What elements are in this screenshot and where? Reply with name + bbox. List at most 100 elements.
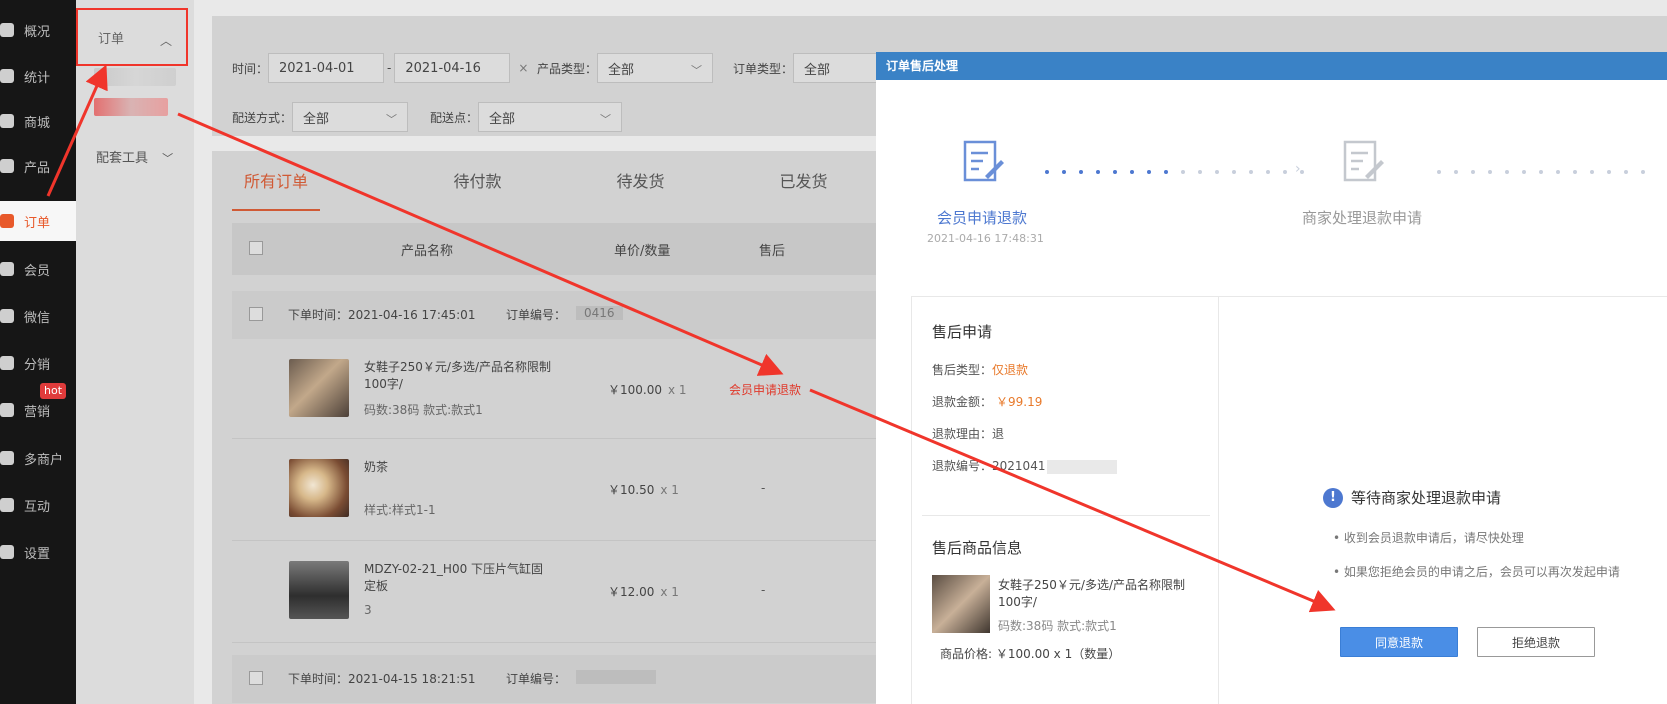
nav-item-products[interactable]: 产品: [0, 146, 76, 186]
crown-icon: [0, 262, 14, 276]
info-icon: !: [1323, 487, 1343, 508]
product-type-value: 全部: [608, 62, 635, 78]
product-type-label: 产品类型：: [537, 61, 598, 76]
product-thumbnail: [289, 561, 349, 619]
point-select[interactable]: 全部 ﹀: [478, 102, 623, 132]
nav-item-overview[interactable]: 概况: [0, 10, 76, 50]
nav-label: 分销: [24, 357, 51, 373]
clear-date-icon[interactable]: ×: [518, 61, 528, 75]
product-attr: 样式:样式1-1: [364, 503, 436, 517]
main-nav: 概况 统计 商城 产品 订单 会员 微信 分销 营销 hot 多商户 互动 设置: [0, 0, 76, 704]
nav-item-merchants[interactable]: 多商户: [0, 438, 76, 478]
tab-all-orders[interactable]: 所有订单: [232, 159, 320, 211]
goods-title: 售后商品信息: [932, 539, 1023, 557]
nav-item-stats[interactable]: 统计: [0, 56, 76, 96]
nav-item-interact[interactable]: 互动: [0, 485, 76, 525]
chevron-down-icon: ﹀: [600, 113, 612, 126]
product-name[interactable]: 女鞋子250￥元/多选/产品名称限制100字/: [364, 359, 554, 393]
grid-icon: [0, 159, 14, 173]
refund-no-value: 2021041: [992, 459, 1046, 473]
after-sale-status-link[interactable]: 会员申请退款: [729, 381, 801, 398]
nav-item-wechat[interactable]: 微信: [0, 296, 76, 336]
order-no-value: 0416: [576, 306, 623, 320]
point-label: 配送点：: [430, 110, 479, 125]
product-thumbnail: [289, 359, 349, 417]
product-qty: x 1: [660, 483, 679, 497]
nav-label: 营销: [24, 404, 51, 420]
blurred-menu-item[interactable]: [94, 68, 176, 86]
step2-label: 商家处理退款申请: [1302, 209, 1423, 227]
blurred-menu-item-active[interactable]: [94, 98, 168, 116]
type-row: 售后类型：仅退款: [932, 361, 1028, 378]
amount-label: 退款金额：: [932, 395, 993, 409]
order-type-label: 订单类型：: [733, 61, 794, 76]
delivery-value: 全部: [303, 111, 330, 127]
sub-menu: 订单 ︿ 配套工具 ﹀: [76, 0, 194, 704]
order-checkbox[interactable]: [249, 307, 263, 321]
tab-pending-shipment[interactable]: 待发货: [559, 159, 722, 211]
agree-refund-button[interactable]: 同意退款: [1340, 627, 1458, 657]
product-price: ￥10.50: [608, 483, 655, 497]
submenu-tool-label: 配套工具: [96, 151, 149, 166]
goods-price: 商品价格: ￥100.00 x 1（数量）: [940, 647, 1121, 661]
goods-thumbnail: [932, 575, 990, 633]
nav-label: 统计: [24, 70, 51, 86]
nav-item-orders[interactable]: 订单: [0, 201, 76, 241]
submenu-orders-toggle[interactable]: 订单 ︿: [76, 8, 188, 66]
date-from-value: 2021-04-01: [279, 60, 355, 76]
after-sale-info-card: 售后申请 售后类型：仅退款 退款金额： ￥99.19 退款理由：退 退款编号：20…: [911, 296, 1219, 704]
tab-shipped[interactable]: 已发货: [722, 159, 885, 211]
product-qty: x 1: [660, 585, 679, 599]
date-to-input[interactable]: 2021-04-16: [394, 53, 511, 83]
date-separator: -: [387, 61, 392, 75]
time-label: 时间：: [232, 61, 269, 76]
submenu-tools[interactable]: 配套工具 ﹀: [96, 147, 173, 166]
chevron-down-icon: ﹀: [386, 113, 398, 126]
gear-icon: [0, 545, 14, 559]
nav-label: 设置: [24, 546, 51, 562]
tab-pending-payment[interactable]: 待付款: [396, 159, 559, 211]
delivery-label: 配送方式：: [232, 110, 293, 125]
step-progress-dots: [1437, 170, 1658, 174]
product-thumbnail: [289, 459, 349, 517]
nav-item-settings[interactable]: 设置: [0, 532, 76, 572]
mail-icon: [0, 114, 14, 128]
document-edit-icon: [1343, 140, 1384, 182]
chart-icon: [0, 69, 14, 83]
nav-label: 商城: [24, 115, 51, 131]
hot-badge: hot: [40, 383, 67, 399]
tip-2: • 如果您拒绝会员的申请之后，会员可以再次发起申请: [1333, 565, 1620, 579]
type-label: 售后类型：: [932, 363, 993, 377]
date-from-input[interactable]: 2021-04-01: [268, 53, 385, 83]
document-edit-icon: [963, 140, 1004, 182]
col-after-sale: 售后: [759, 244, 786, 259]
product-name[interactable]: 奶茶: [364, 459, 554, 476]
nav-item-distribution[interactable]: 分销: [0, 343, 76, 383]
chevron-down-icon: ﹀: [691, 64, 703, 77]
store-icon: [0, 451, 14, 465]
nav-item-mall[interactable]: 商城: [0, 101, 76, 141]
amount-row: 退款金额： ￥99.19: [932, 393, 1042, 410]
order-checkbox[interactable]: [249, 671, 263, 685]
step1-time: 2021-04-16 17:48:31: [927, 232, 1044, 245]
product-type-select[interactable]: 全部 ﹀: [597, 53, 714, 83]
order-no-blurred: [576, 670, 656, 684]
delivery-select[interactable]: 全部 ﹀: [292, 102, 409, 132]
flag-icon: [0, 403, 14, 417]
chevron-down-icon: ﹀: [162, 152, 174, 165]
step-progress-dots: [1045, 170, 1317, 174]
chevron-up-icon: ︿: [159, 34, 172, 48]
wait-title: 等待商家处理退款申请: [1351, 489, 1502, 507]
product-attr: 3: [364, 603, 372, 617]
wait-heading: ! 等待商家处理退款申请: [1323, 487, 1501, 508]
point-value: 全部: [489, 111, 516, 127]
refund-no-row: 退款编号：2021041: [932, 457, 1118, 474]
product-name[interactable]: MDZY-02-21_H00 下压片气缸固定板: [364, 561, 554, 595]
select-all-checkbox[interactable]: [249, 241, 263, 255]
date-to-value: 2021-04-16: [405, 60, 481, 76]
nav-item-members[interactable]: 会员: [0, 249, 76, 289]
chevron-right-icon: ›: [1295, 161, 1301, 177]
nav-label: 订单: [24, 215, 51, 231]
nav-label: 微信: [24, 310, 51, 326]
reject-refund-button[interactable]: 拒绝退款: [1477, 627, 1595, 657]
